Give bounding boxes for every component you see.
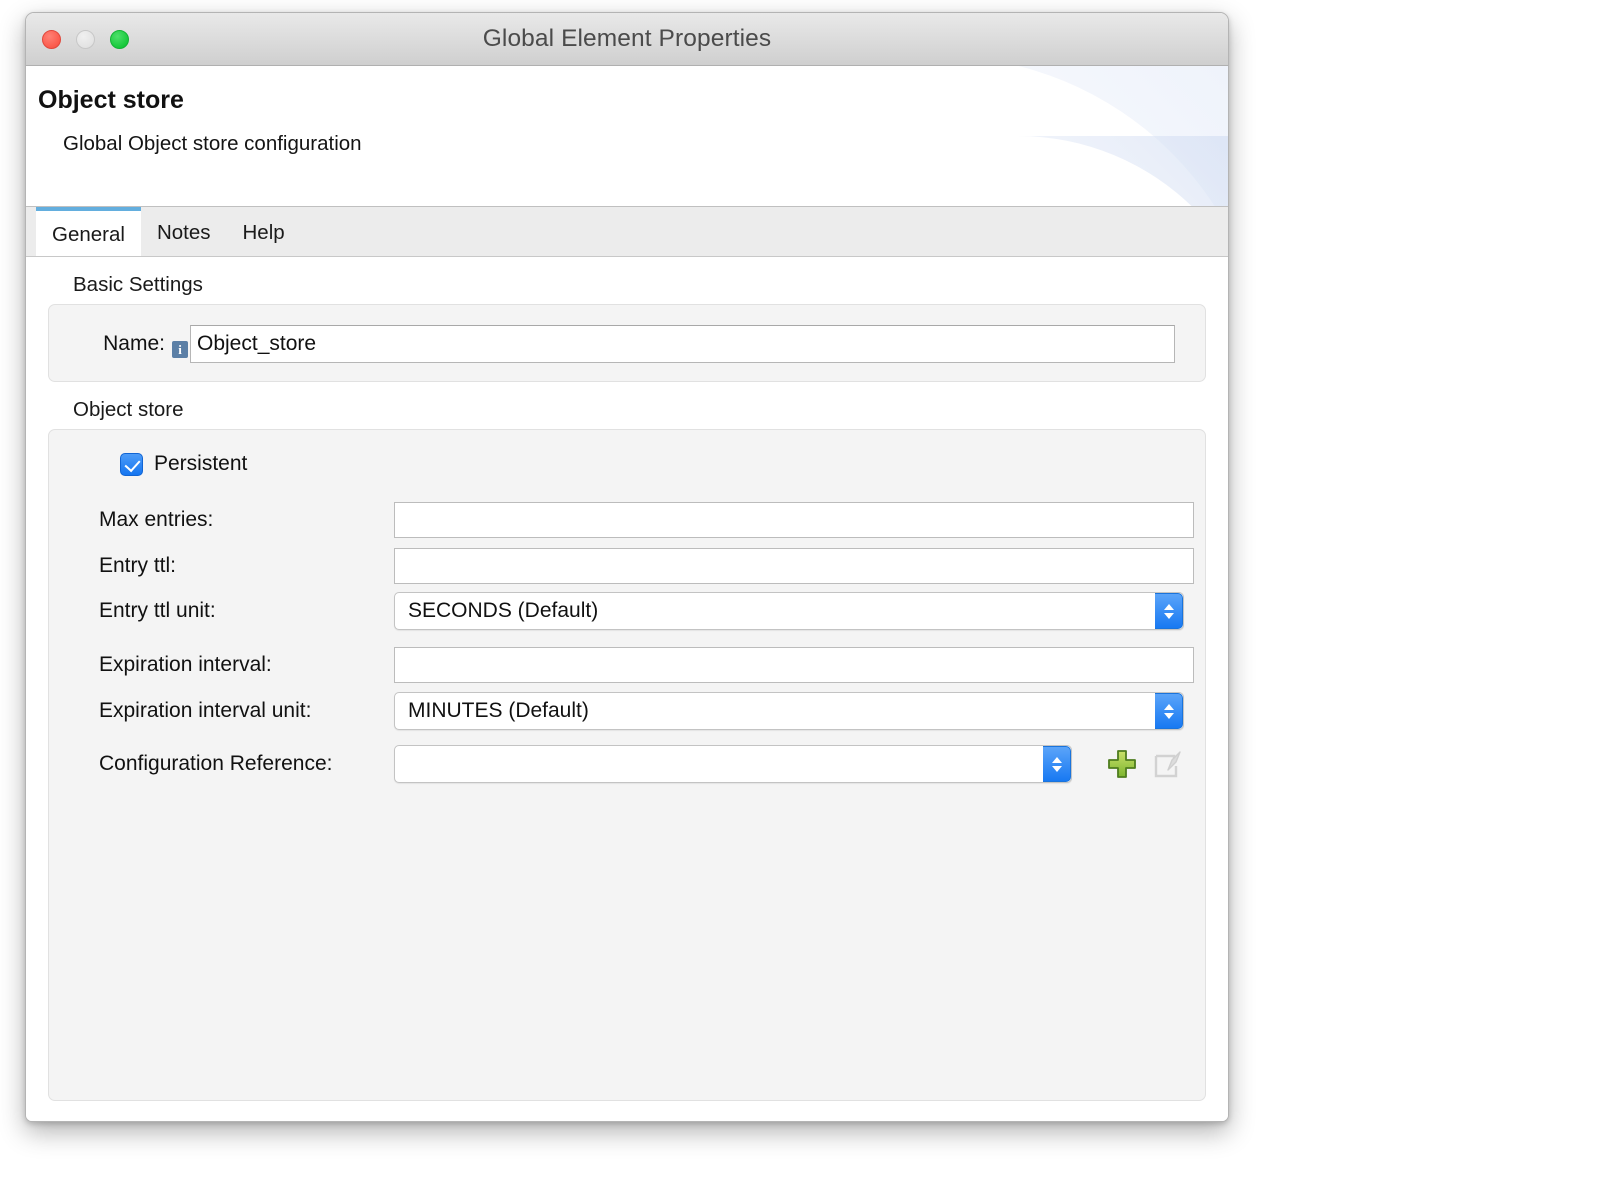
basic-settings-label: Basic Settings xyxy=(73,273,1206,297)
tab-help[interactable]: Help xyxy=(227,207,301,256)
expiration-interval-unit-value: MINUTES (Default) xyxy=(408,699,589,722)
chevron-updown-icon[interactable] xyxy=(1043,746,1071,782)
info-icon[interactable]: i xyxy=(172,341,188,358)
minimize-button[interactable] xyxy=(76,30,95,49)
general-tab-panel: Basic Settings Name: i Object store Pers… xyxy=(26,273,1228,1122)
properties-window: Global Element Properties Object store G… xyxy=(25,12,1229,1122)
configuration-reference-label: Configuration Reference: xyxy=(49,752,394,776)
edit-icon xyxy=(1152,748,1184,780)
window-titlebar: Global Element Properties xyxy=(26,13,1228,66)
configuration-reference-select[interactable] xyxy=(394,745,1072,783)
object-store-group: Persistent Max entries: Entry ttl: Entry… xyxy=(48,429,1206,1101)
max-entries-row: Max entries: xyxy=(49,502,1205,538)
chevron-updown-icon[interactable] xyxy=(1155,593,1183,629)
page-title: Object store xyxy=(38,86,184,115)
expiration-interval-unit-select[interactable]: MINUTES (Default) xyxy=(394,692,1184,730)
persistent-checkbox[interactable] xyxy=(120,453,143,476)
entry-ttl-label: Entry ttl: xyxy=(49,554,394,578)
persistent-row[interactable]: Persistent xyxy=(120,452,247,476)
object-store-label: Object store xyxy=(73,398,1206,422)
tab-notes[interactable]: Notes xyxy=(141,207,227,256)
header-decoration-arc xyxy=(938,66,1228,207)
entry-ttl-unit-row: Entry ttl unit: SECONDS (Default) xyxy=(49,593,1205,629)
name-label: Name: xyxy=(49,332,167,356)
max-entries-input[interactable] xyxy=(394,502,1194,538)
name-input[interactable] xyxy=(190,325,1175,363)
name-row: Name: i xyxy=(49,305,1205,383)
tab-bar: General Notes Help xyxy=(26,207,1228,257)
tab-general[interactable]: General xyxy=(36,207,141,256)
expiration-interval-input[interactable] xyxy=(394,647,1194,683)
close-button[interactable] xyxy=(42,30,61,49)
expiration-interval-unit-label: Expiration interval unit: xyxy=(49,699,394,723)
window-title: Global Element Properties xyxy=(26,25,1228,53)
add-icon[interactable] xyxy=(1106,748,1138,780)
dialog-header: Object store Global Object store configu… xyxy=(26,66,1228,207)
entry-ttl-input[interactable] xyxy=(394,548,1194,584)
window-controls xyxy=(42,30,129,49)
configuration-reference-row: Configuration Reference: xyxy=(49,746,1205,782)
basic-settings-group: Name: i xyxy=(48,304,1206,382)
expiration-interval-label: Expiration interval: xyxy=(49,653,394,677)
entry-ttl-unit-label: Entry ttl unit: xyxy=(49,599,394,623)
chevron-updown-icon[interactable] xyxy=(1155,693,1183,729)
page-subtitle: Global Object store configuration xyxy=(63,132,362,156)
expiration-interval-row: Expiration interval: xyxy=(49,647,1205,683)
max-entries-label: Max entries: xyxy=(49,508,394,532)
entry-ttl-unit-value: SECONDS (Default) xyxy=(408,599,598,622)
expiration-interval-unit-row: Expiration interval unit: MINUTES (Defau… xyxy=(49,693,1205,729)
entry-ttl-unit-select[interactable]: SECONDS (Default) xyxy=(394,592,1184,630)
persistent-label: Persistent xyxy=(154,452,247,476)
entry-ttl-row: Entry ttl: xyxy=(49,548,1205,584)
zoom-button[interactable] xyxy=(110,30,129,49)
